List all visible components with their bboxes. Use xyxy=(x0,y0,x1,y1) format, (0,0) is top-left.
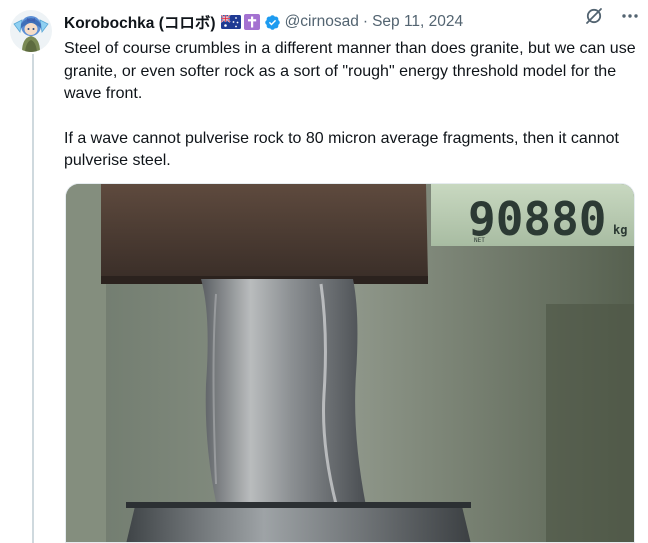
scale-unit: kg xyxy=(613,223,627,237)
tweet-media-image[interactable]: 90880 kg NET xyxy=(65,183,635,543)
verified-badge-icon[interactable] xyxy=(264,14,281,31)
tweet-header: Korobochka (コロボ) @cirnosad · Sep 11, 202… xyxy=(64,8,638,36)
grok-icon[interactable] xyxy=(584,6,604,31)
separator-dot: · xyxy=(362,13,369,30)
display-name[interactable]: Korobochka (コロボ) xyxy=(64,11,216,33)
scale-small-label: NET xyxy=(474,237,485,244)
avatar[interactable] xyxy=(10,10,52,52)
header-actions xyxy=(584,6,640,31)
scale-reading: 90880 xyxy=(468,192,606,246)
tweet-paragraph-2: If a wave cannot pulverise rock to 80 mi… xyxy=(64,129,619,170)
more-options-icon[interactable] xyxy=(620,6,640,31)
handle[interactable]: @cirnosad xyxy=(285,13,359,31)
australia-flag-icon xyxy=(220,14,241,29)
tweet-paragraph-1: Steel of course crumbles in a different … xyxy=(64,40,636,102)
hydraulic-press-photo: 90880 kg NET xyxy=(66,184,634,542)
timestamp[interactable]: Sep 11, 2024 xyxy=(372,13,463,31)
tweet-container[interactable]: Korobochka (コロボ) @cirnosad · Sep 11, 202… xyxy=(0,0,648,543)
latin-cross-icon xyxy=(243,14,260,30)
thread-line xyxy=(32,54,34,543)
tweet-text: Steel of course crumbles in a different … xyxy=(64,38,638,173)
